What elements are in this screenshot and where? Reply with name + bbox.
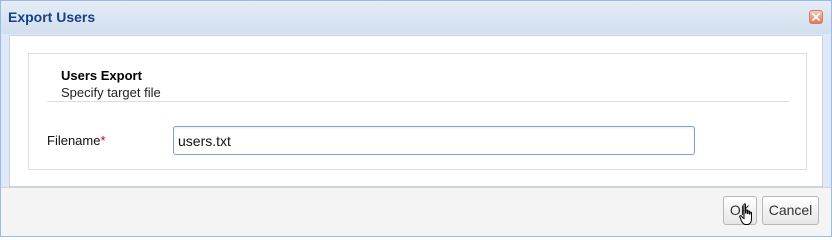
dialog-footer: OK Cancel [1, 187, 831, 236]
export-panel: Users Export Specify target file Filenam… [28, 53, 807, 170]
close-button[interactable] [809, 10, 823, 24]
close-icon [812, 13, 820, 21]
panel-divider [47, 101, 789, 102]
filename-label: Filename* [47, 133, 106, 148]
required-marker: * [100, 133, 106, 148]
export-users-dialog: Export Users Users Export Specify target… [0, 0, 832, 237]
dialog-body: Users Export Specify target file Filenam… [9, 35, 823, 187]
filename-label-text: Filename [47, 133, 101, 148]
ok-button[interactable]: OK [723, 196, 757, 225]
dialog-titlebar[interactable]: Export Users [1, 1, 831, 34]
cancel-button[interactable]: Cancel [762, 196, 819, 225]
dialog-title: Export Users [8, 9, 96, 25]
filename-input[interactable] [173, 126, 695, 155]
panel-subtitle: Specify target file [61, 85, 161, 100]
panel-title: Users Export [61, 68, 142, 83]
